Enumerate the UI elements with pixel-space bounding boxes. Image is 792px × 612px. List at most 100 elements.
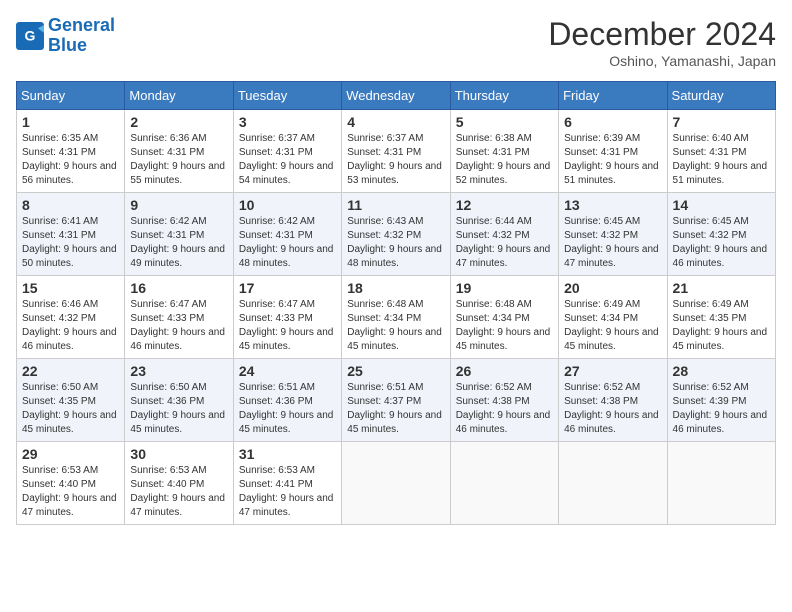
- day-info: Sunrise: 6:44 AM Sunset: 4:32 PM Dayligh…: [456, 215, 553, 271]
- month-title: December 2024: [548, 16, 776, 53]
- calendar-cell: 1 Sunrise: 6:35 AM Sunset: 4:31 PM Dayli…: [17, 110, 125, 193]
- day-number: 14: [673, 197, 770, 213]
- day-info: Sunrise: 6:52 AM Sunset: 4:38 PM Dayligh…: [564, 381, 661, 437]
- day-number: 5: [456, 114, 553, 130]
- calendar-cell: 31 Sunrise: 6:53 AM Sunset: 4:41 PM Dayl…: [233, 442, 341, 525]
- calendar-cell: 8 Sunrise: 6:41 AM Sunset: 4:31 PM Dayli…: [17, 193, 125, 276]
- calendar-cell: 5 Sunrise: 6:38 AM Sunset: 4:31 PM Dayli…: [450, 110, 558, 193]
- page-header: G GeneralBlue December 2024 Oshino, Yama…: [16, 16, 776, 69]
- day-info: Sunrise: 6:52 AM Sunset: 4:39 PM Dayligh…: [673, 381, 770, 437]
- location: Oshino, Yamanashi, Japan: [548, 53, 776, 69]
- weekday-header-friday: Friday: [559, 82, 667, 110]
- day-info: Sunrise: 6:52 AM Sunset: 4:38 PM Dayligh…: [456, 381, 553, 437]
- day-number: 18: [347, 280, 444, 296]
- calendar-header-row: SundayMondayTuesdayWednesdayThursdayFrid…: [17, 82, 776, 110]
- calendar-cell: 7 Sunrise: 6:40 AM Sunset: 4:31 PM Dayli…: [667, 110, 775, 193]
- weekday-header-thursday: Thursday: [450, 82, 558, 110]
- weekday-header-saturday: Saturday: [667, 82, 775, 110]
- calendar-week-5: 29 Sunrise: 6:53 AM Sunset: 4:40 PM Dayl…: [17, 442, 776, 525]
- day-info: Sunrise: 6:47 AM Sunset: 4:33 PM Dayligh…: [239, 298, 336, 354]
- day-number: 12: [456, 197, 553, 213]
- day-number: 19: [456, 280, 553, 296]
- calendar-cell: 13 Sunrise: 6:45 AM Sunset: 4:32 PM Dayl…: [559, 193, 667, 276]
- weekday-header-monday: Monday: [125, 82, 233, 110]
- day-number: 11: [347, 197, 444, 213]
- title-block: December 2024 Oshino, Yamanashi, Japan: [548, 16, 776, 69]
- calendar-cell: [667, 442, 775, 525]
- day-info: Sunrise: 6:48 AM Sunset: 4:34 PM Dayligh…: [456, 298, 553, 354]
- day-info: Sunrise: 6:41 AM Sunset: 4:31 PM Dayligh…: [22, 215, 119, 271]
- day-number: 22: [22, 363, 119, 379]
- calendar-cell: 2 Sunrise: 6:36 AM Sunset: 4:31 PM Dayli…: [125, 110, 233, 193]
- day-info: Sunrise: 6:49 AM Sunset: 4:34 PM Dayligh…: [564, 298, 661, 354]
- day-number: 30: [130, 446, 227, 462]
- day-number: 27: [564, 363, 661, 379]
- calendar-cell: [559, 442, 667, 525]
- day-info: Sunrise: 6:50 AM Sunset: 4:35 PM Dayligh…: [22, 381, 119, 437]
- day-info: Sunrise: 6:47 AM Sunset: 4:33 PM Dayligh…: [130, 298, 227, 354]
- day-info: Sunrise: 6:38 AM Sunset: 4:31 PM Dayligh…: [456, 132, 553, 188]
- day-info: Sunrise: 6:50 AM Sunset: 4:36 PM Dayligh…: [130, 381, 227, 437]
- day-info: Sunrise: 6:37 AM Sunset: 4:31 PM Dayligh…: [239, 132, 336, 188]
- calendar-table: SundayMondayTuesdayWednesdayThursdayFrid…: [16, 81, 776, 525]
- calendar-cell: 19 Sunrise: 6:48 AM Sunset: 4:34 PM Dayl…: [450, 276, 558, 359]
- calendar-cell: 23 Sunrise: 6:50 AM Sunset: 4:36 PM Dayl…: [125, 359, 233, 442]
- day-number: 17: [239, 280, 336, 296]
- logo-text: GeneralBlue: [48, 16, 115, 56]
- calendar-cell: 22 Sunrise: 6:50 AM Sunset: 4:35 PM Dayl…: [17, 359, 125, 442]
- calendar-cell: 20 Sunrise: 6:49 AM Sunset: 4:34 PM Dayl…: [559, 276, 667, 359]
- calendar-cell: 26 Sunrise: 6:52 AM Sunset: 4:38 PM Dayl…: [450, 359, 558, 442]
- logo-icon: G: [16, 22, 44, 50]
- day-info: Sunrise: 6:39 AM Sunset: 4:31 PM Dayligh…: [564, 132, 661, 188]
- calendar-cell: 18 Sunrise: 6:48 AM Sunset: 4:34 PM Dayl…: [342, 276, 450, 359]
- calendar-cell: 28 Sunrise: 6:52 AM Sunset: 4:39 PM Dayl…: [667, 359, 775, 442]
- calendar-week-3: 15 Sunrise: 6:46 AM Sunset: 4:32 PM Dayl…: [17, 276, 776, 359]
- day-info: Sunrise: 6:51 AM Sunset: 4:36 PM Dayligh…: [239, 381, 336, 437]
- day-number: 16: [130, 280, 227, 296]
- day-number: 20: [564, 280, 661, 296]
- calendar-cell: 16 Sunrise: 6:47 AM Sunset: 4:33 PM Dayl…: [125, 276, 233, 359]
- calendar-cell: [450, 442, 558, 525]
- day-number: 31: [239, 446, 336, 462]
- day-info: Sunrise: 6:51 AM Sunset: 4:37 PM Dayligh…: [347, 381, 444, 437]
- calendar-cell: 27 Sunrise: 6:52 AM Sunset: 4:38 PM Dayl…: [559, 359, 667, 442]
- calendar-cell: 24 Sunrise: 6:51 AM Sunset: 4:36 PM Dayl…: [233, 359, 341, 442]
- day-number: 8: [22, 197, 119, 213]
- calendar-cell: 9 Sunrise: 6:42 AM Sunset: 4:31 PM Dayli…: [125, 193, 233, 276]
- day-number: 28: [673, 363, 770, 379]
- day-info: Sunrise: 6:36 AM Sunset: 4:31 PM Dayligh…: [130, 132, 227, 188]
- day-number: 4: [347, 114, 444, 130]
- day-number: 13: [564, 197, 661, 213]
- day-number: 29: [22, 446, 119, 462]
- calendar-cell: 30 Sunrise: 6:53 AM Sunset: 4:40 PM Dayl…: [125, 442, 233, 525]
- calendar-cell: 25 Sunrise: 6:51 AM Sunset: 4:37 PM Dayl…: [342, 359, 450, 442]
- day-info: Sunrise: 6:53 AM Sunset: 4:40 PM Dayligh…: [130, 464, 227, 520]
- calendar-cell: 15 Sunrise: 6:46 AM Sunset: 4:32 PM Dayl…: [17, 276, 125, 359]
- day-number: 7: [673, 114, 770, 130]
- weekday-header-wednesday: Wednesday: [342, 82, 450, 110]
- day-number: 2: [130, 114, 227, 130]
- day-info: Sunrise: 6:53 AM Sunset: 4:41 PM Dayligh…: [239, 464, 336, 520]
- day-number: 10: [239, 197, 336, 213]
- day-info: Sunrise: 6:45 AM Sunset: 4:32 PM Dayligh…: [564, 215, 661, 271]
- calendar-cell: 29 Sunrise: 6:53 AM Sunset: 4:40 PM Dayl…: [17, 442, 125, 525]
- day-number: 24: [239, 363, 336, 379]
- day-info: Sunrise: 6:48 AM Sunset: 4:34 PM Dayligh…: [347, 298, 444, 354]
- day-number: 1: [22, 114, 119, 130]
- calendar-cell: 4 Sunrise: 6:37 AM Sunset: 4:31 PM Dayli…: [342, 110, 450, 193]
- day-number: 15: [22, 280, 119, 296]
- calendar-cell: 14 Sunrise: 6:45 AM Sunset: 4:32 PM Dayl…: [667, 193, 775, 276]
- calendar-cell: [342, 442, 450, 525]
- calendar-week-1: 1 Sunrise: 6:35 AM Sunset: 4:31 PM Dayli…: [17, 110, 776, 193]
- day-info: Sunrise: 6:49 AM Sunset: 4:35 PM Dayligh…: [673, 298, 770, 354]
- calendar-cell: 17 Sunrise: 6:47 AM Sunset: 4:33 PM Dayl…: [233, 276, 341, 359]
- day-info: Sunrise: 6:40 AM Sunset: 4:31 PM Dayligh…: [673, 132, 770, 188]
- day-info: Sunrise: 6:42 AM Sunset: 4:31 PM Dayligh…: [130, 215, 227, 271]
- day-number: 6: [564, 114, 661, 130]
- calendar-cell: 3 Sunrise: 6:37 AM Sunset: 4:31 PM Dayli…: [233, 110, 341, 193]
- weekday-header-tuesday: Tuesday: [233, 82, 341, 110]
- day-number: 26: [456, 363, 553, 379]
- logo: G GeneralBlue: [16, 16, 115, 56]
- day-info: Sunrise: 6:35 AM Sunset: 4:31 PM Dayligh…: [22, 132, 119, 188]
- calendar-cell: 6 Sunrise: 6:39 AM Sunset: 4:31 PM Dayli…: [559, 110, 667, 193]
